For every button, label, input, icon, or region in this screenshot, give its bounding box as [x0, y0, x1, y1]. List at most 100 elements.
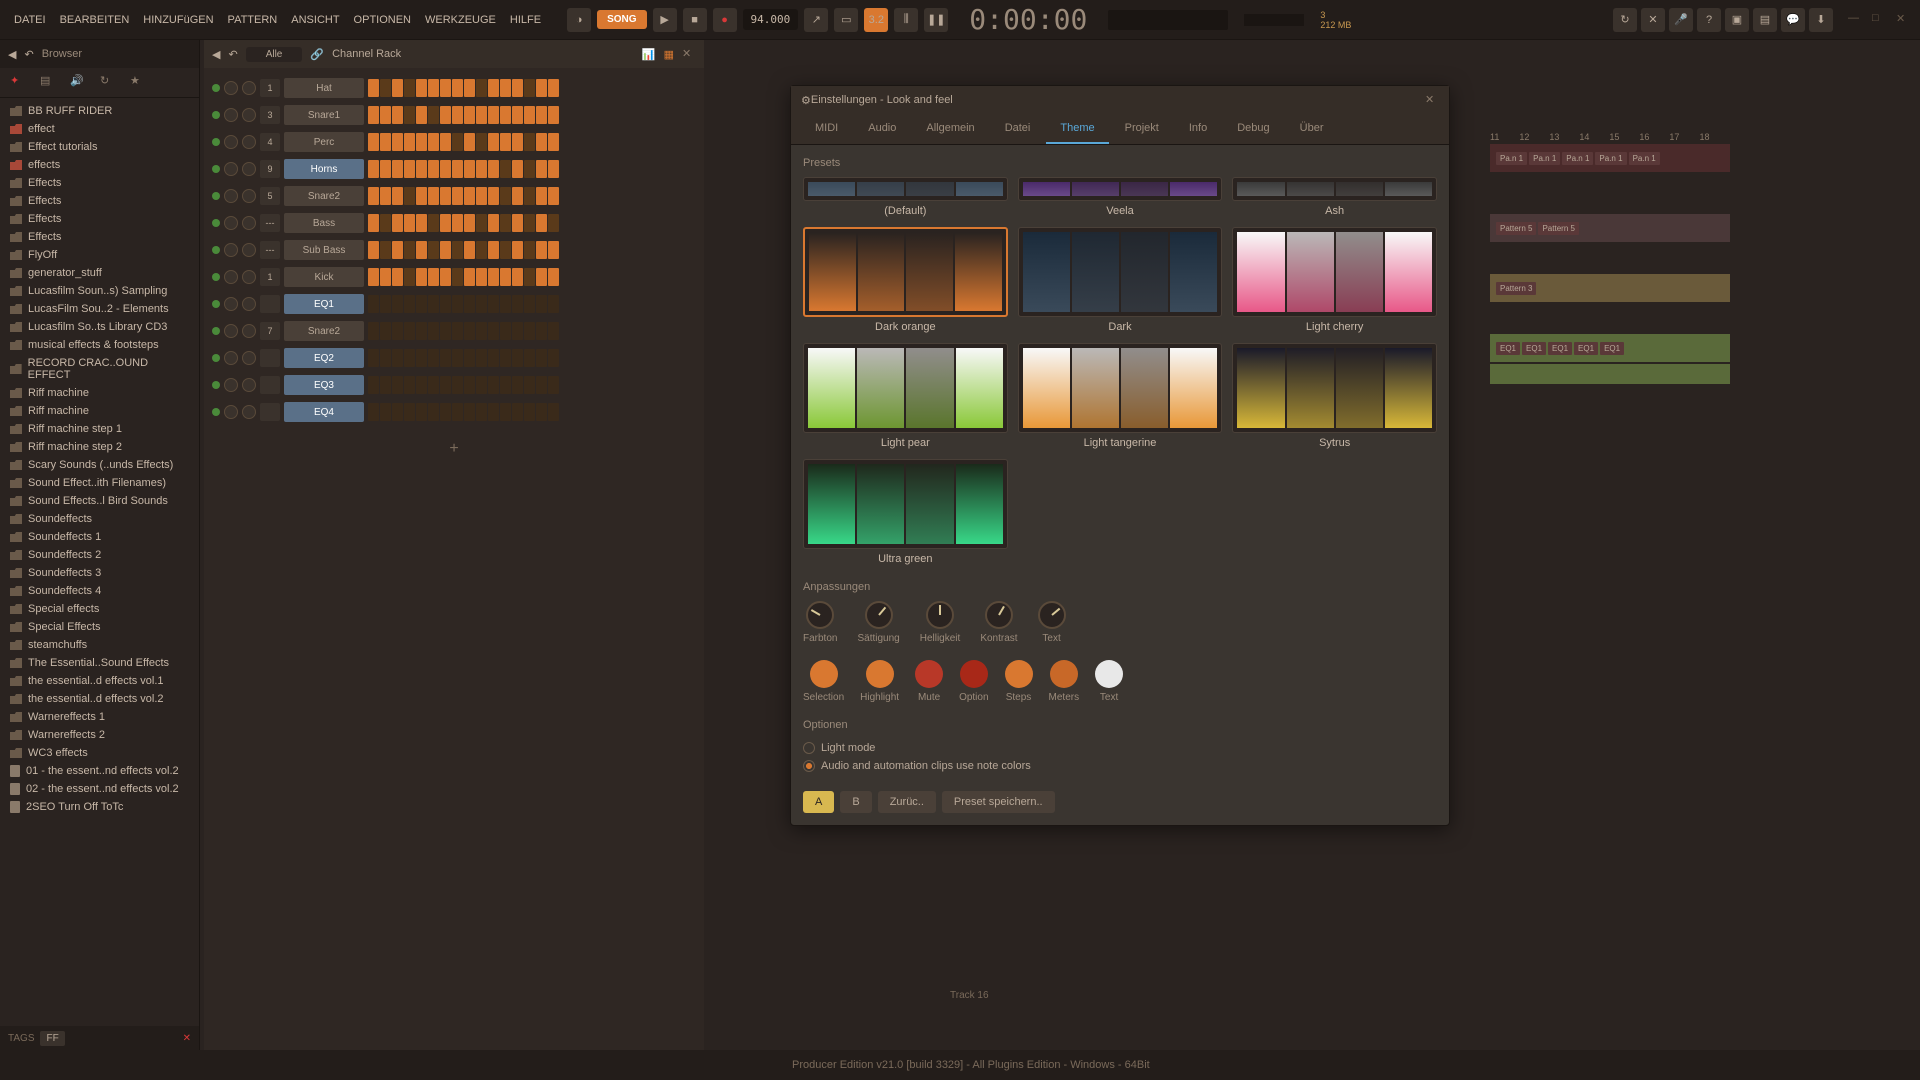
- time-display[interactable]: 0:00:00: [969, 3, 1087, 36]
- channel-pan-knob[interactable]: [224, 243, 238, 257]
- step[interactable]: [392, 106, 403, 124]
- step-sequencer[interactable]: [368, 349, 696, 367]
- menu-hilfe[interactable]: HILFE: [504, 10, 547, 30]
- browser-item[interactable]: the essential..d effects vol.1: [0, 672, 199, 690]
- browser-item[interactable]: FlyOff: [0, 246, 199, 264]
- step[interactable]: [416, 268, 427, 286]
- cr-back-icon[interactable]: ◀: [212, 48, 220, 61]
- step[interactable]: [368, 160, 379, 178]
- browser-item[interactable]: Effect tutorials: [0, 138, 199, 156]
- step[interactable]: [404, 322, 415, 340]
- step[interactable]: [464, 376, 475, 394]
- browser-item[interactable]: steamchuffs: [0, 636, 199, 654]
- step[interactable]: [488, 187, 499, 205]
- save-preset-button[interactable]: Preset speichern..: [942, 791, 1055, 813]
- step[interactable]: [512, 214, 523, 232]
- channel-number[interactable]: [260, 376, 280, 394]
- step[interactable]: [500, 403, 511, 421]
- step[interactable]: [404, 214, 415, 232]
- step[interactable]: [392, 322, 403, 340]
- step[interactable]: [380, 241, 391, 259]
- playlist-clip[interactable]: EQ1: [1600, 342, 1624, 355]
- adjustment-knob[interactable]: [1038, 601, 1066, 629]
- download-button[interactable]: ⬇: [1809, 8, 1833, 32]
- step[interactable]: [392, 268, 403, 286]
- step[interactable]: [440, 160, 451, 178]
- step[interactable]: [464, 295, 475, 313]
- step[interactable]: [476, 79, 487, 97]
- tools-button[interactable]: ✕: [1641, 8, 1665, 32]
- maximize-button[interactable]: □: [1872, 12, 1888, 28]
- browser-item[interactable]: Soundeffects: [0, 510, 199, 528]
- step[interactable]: [464, 133, 475, 151]
- step[interactable]: [416, 376, 427, 394]
- browser-item[interactable]: RECORD CRAC..OUND EFFECT: [0, 354, 199, 384]
- step[interactable]: [524, 376, 535, 394]
- step[interactable]: [524, 187, 535, 205]
- step[interactable]: [488, 349, 499, 367]
- step[interactable]: [524, 268, 535, 286]
- step[interactable]: [500, 79, 511, 97]
- step[interactable]: [380, 214, 391, 232]
- channel-name-button[interactable]: Snare2: [284, 186, 364, 206]
- step[interactable]: [536, 349, 547, 367]
- step[interactable]: [524, 403, 535, 421]
- step[interactable]: [452, 160, 463, 178]
- step[interactable]: [368, 322, 379, 340]
- browser-item[interactable]: Riff machine step 2: [0, 438, 199, 456]
- step[interactable]: [524, 133, 535, 151]
- browser-item[interactable]: generator_stuff: [0, 264, 199, 282]
- tool-4[interactable]: ⫼: [894, 8, 918, 32]
- step-sequencer[interactable]: [368, 322, 696, 340]
- channel-led[interactable]: [212, 327, 220, 335]
- step[interactable]: [392, 349, 403, 367]
- step[interactable]: [440, 403, 451, 421]
- step[interactable]: [416, 106, 427, 124]
- step[interactable]: [428, 187, 439, 205]
- step-sequencer[interactable]: [368, 268, 696, 286]
- adjustment-knob[interactable]: [806, 601, 834, 629]
- step[interactable]: [464, 322, 475, 340]
- step[interactable]: [428, 403, 439, 421]
- step-sequencer[interactable]: [368, 187, 696, 205]
- browser-item[interactable]: 01 - the essent..nd effects vol.2: [0, 762, 199, 780]
- step[interactable]: [500, 160, 511, 178]
- preset--default-[interactable]: (Default): [803, 177, 1008, 217]
- browser-item[interactable]: effect: [0, 120, 199, 138]
- step[interactable]: [488, 241, 499, 259]
- channel-vol-knob[interactable]: [242, 270, 256, 284]
- step[interactable]: [380, 79, 391, 97]
- step[interactable]: [524, 295, 535, 313]
- step-sequencer[interactable]: [368, 79, 696, 97]
- step[interactable]: [488, 214, 499, 232]
- step[interactable]: [488, 268, 499, 286]
- channel-name-button[interactable]: Hat: [284, 78, 364, 98]
- browser-item[interactable]: Effects: [0, 210, 199, 228]
- color-swatch[interactable]: [1050, 660, 1078, 688]
- channel-vol-knob[interactable]: [242, 324, 256, 338]
- step[interactable]: [524, 106, 535, 124]
- playlist-clip[interactable]: Pattern 5: [1538, 222, 1578, 235]
- step[interactable]: [488, 106, 499, 124]
- step[interactable]: [524, 214, 535, 232]
- step[interactable]: [548, 106, 559, 124]
- step[interactable]: [488, 376, 499, 394]
- step[interactable]: [452, 376, 463, 394]
- channel-number[interactable]: 7: [260, 322, 280, 340]
- step[interactable]: [440, 322, 451, 340]
- step[interactable]: [524, 241, 535, 259]
- step[interactable]: [548, 79, 559, 97]
- step[interactable]: [512, 403, 523, 421]
- step[interactable]: [428, 79, 439, 97]
- channel-vol-knob[interactable]: [242, 189, 256, 203]
- browser-item[interactable]: Soundeffects 3: [0, 564, 199, 582]
- step[interactable]: [524, 322, 535, 340]
- browser-item[interactable]: Sound Effects..l Bird Sounds: [0, 492, 199, 510]
- step[interactable]: [488, 322, 499, 340]
- channel-vol-knob[interactable]: [242, 351, 256, 365]
- step[interactable]: [464, 268, 475, 286]
- browser-add-icon[interactable]: ✦: [10, 74, 28, 92]
- preset-sytrus[interactable]: Sytrus: [1232, 343, 1437, 449]
- step[interactable]: [476, 376, 487, 394]
- channel-led[interactable]: [212, 246, 220, 254]
